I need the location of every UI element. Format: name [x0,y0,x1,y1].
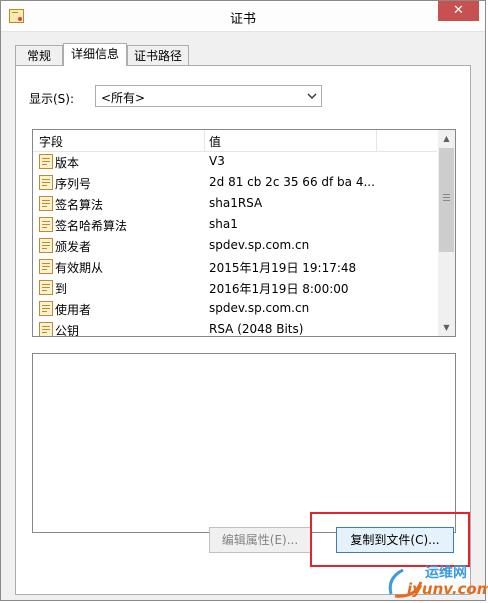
row-field-name: 有效期从 [55,261,104,275]
row-field-name: 到 [55,282,68,296]
row-field-name: 签名哈希算法 [55,219,128,233]
window-title: 证书 [229,12,256,27]
list-item[interactable]: 签名算法 sha1RSA [33,193,437,214]
row-field-value: 2d 81 cb 2c 35 66 df ba 4... [209,175,375,189]
column-divider[interactable] [204,130,205,151]
chevron-down-icon [307,93,317,99]
column-divider[interactable] [376,130,377,151]
column-header-field[interactable]: 字段 [39,133,63,150]
row-field-value: sha1RSA [209,196,263,210]
row-field-value: spdev.sp.com.cn [209,301,310,315]
show-dropdown-value: <所有> [101,91,146,105]
scroll-thumb[interactable] [439,148,454,252]
highlight-annotation-box [310,512,470,567]
watermark-en: iyunv.com [407,580,488,598]
scroll-down-button[interactable]: ▼ [438,319,455,336]
field-detail-textbox[interactable] [32,353,456,533]
column-header-value[interactable]: 值 [209,133,221,150]
watermark-cn: 运维网 [425,565,467,581]
show-label: 显示(S): [29,92,75,106]
field-icon [39,238,53,253]
fields-list[interactable]: 字段 值 版本 V3 序列号 2d 81 cb 2c 35 66 df ba 4… [32,129,456,337]
row-field-name: 公钥 [55,324,80,337]
field-icon [39,196,53,211]
list-item[interactable]: 使用者 spdev.sp.com.cn [33,298,437,319]
list-item[interactable]: 公钥 RSA (2048 Bits) [33,319,437,337]
field-icon [39,301,53,316]
row-field-name: 使用者 [55,303,92,317]
field-icon [39,154,53,169]
row-field-value: 2016年1月19日 8:00:00 [209,282,349,296]
list-item[interactable]: 序列号 2d 81 cb 2c 35 66 df ba 4... [33,172,437,193]
list-item[interactable]: 颁发者 spdev.sp.com.cn [33,235,437,256]
certificate-dialog: 证书 ✕ 常规 详细信息 证书路径 显示(S): <所有> 字段 值 版本 V3 [0,0,486,601]
list-header: 字段 值 [33,130,437,152]
list-item[interactable]: 到 2016年1月19日 8:00:00 [33,277,437,298]
row-field-value: 2015年1月19日 19:17:48 [209,261,357,275]
field-icon [39,217,53,232]
row-field-value: spdev.sp.com.cn [209,238,310,252]
row-field-name: 签名算法 [55,198,104,212]
grip-icon [443,194,450,195]
row-field-value: V3 [209,154,225,168]
list-item[interactable]: 有效期从 2015年1月19日 19:17:48 [33,256,437,277]
vertical-scrollbar[interactable]: ▲ ▼ [438,130,455,336]
show-dropdown[interactable]: <所有> [95,85,322,107]
field-icon [39,280,53,295]
title-bar: 证书 ✕ [1,1,485,32]
tab-details[interactable]: 详细信息 [63,43,127,66]
row-field-name: 颁发者 [55,240,92,254]
field-icon [39,322,53,336]
tab-certification-path[interactable]: 证书路径 [127,45,189,65]
row-field-value: RSA (2048 Bits) [209,322,304,336]
field-icon [39,175,53,190]
close-button[interactable]: ✕ [438,1,479,21]
row-field-name: 序列号 [55,177,92,191]
row-field-value: sha1 [209,217,238,231]
row-field-name: 版本 [55,156,80,170]
watermark: 运维网 iyunv.com [385,560,488,602]
edit-properties-button[interactable]: 编辑属性(E)... [209,527,311,553]
scroll-up-button[interactable]: ▲ [438,130,455,147]
list-item[interactable]: 签名哈希算法 sha1 [33,214,437,235]
list-item[interactable]: 版本 V3 [33,151,437,172]
tab-general[interactable]: 常规 [15,45,63,65]
field-icon [39,259,53,274]
